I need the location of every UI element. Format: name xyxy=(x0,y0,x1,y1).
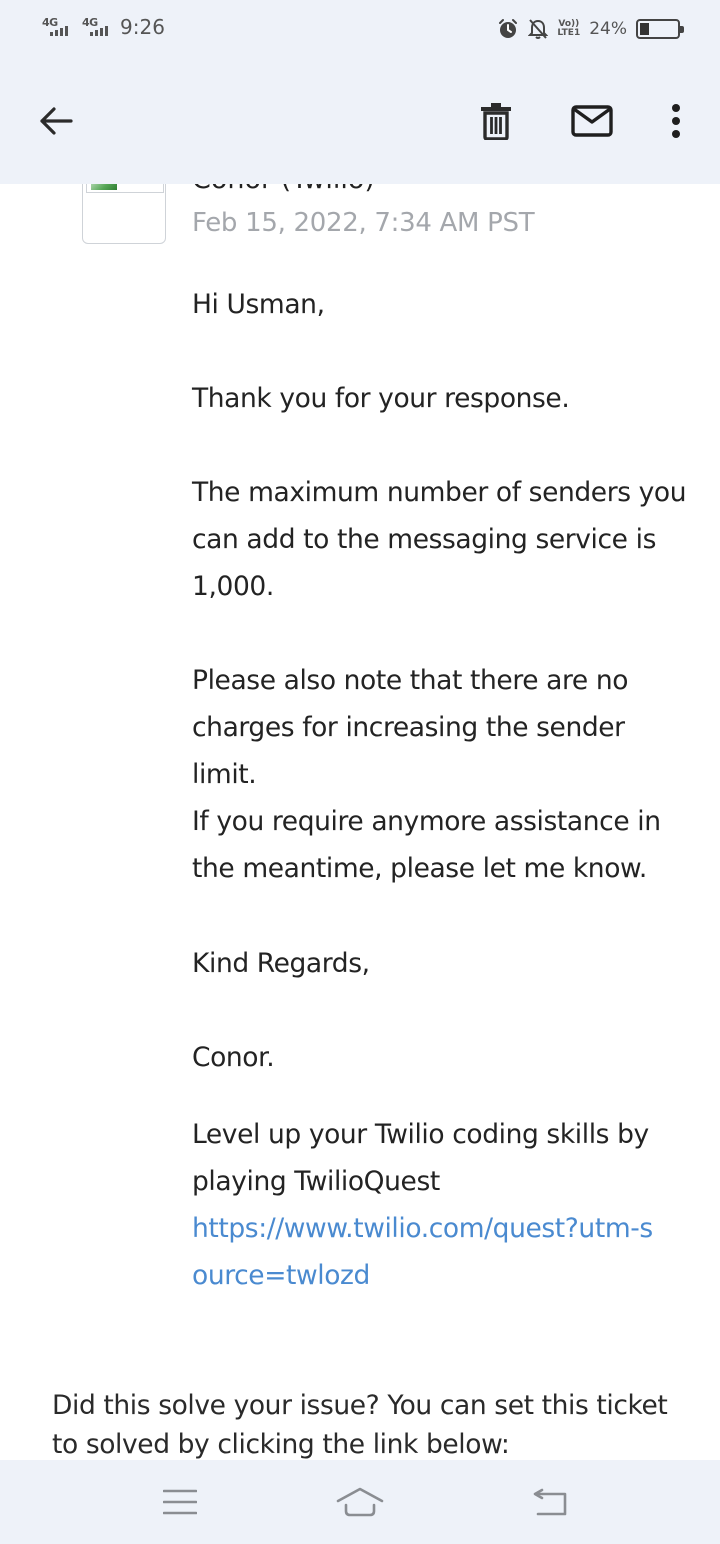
home-button[interactable] xyxy=(320,1460,400,1544)
message-paragraph: The maximum number of senders you can ad… xyxy=(192,477,687,602)
home-icon xyxy=(336,1487,384,1517)
alarm-icon xyxy=(499,19,518,38)
mail-icon xyxy=(571,105,613,137)
message-paragraph: If you require anymore assistance in the… xyxy=(192,806,661,884)
back-icon xyxy=(533,1488,567,1516)
sender-avatar xyxy=(82,184,166,244)
status-time: 9:26 xyxy=(120,15,165,39)
message-paragraph: Thank you for your response. xyxy=(192,383,570,414)
message-date: Feb 15, 2022, 7:34 AM PST xyxy=(192,208,535,238)
recent-apps-button[interactable] xyxy=(140,1460,220,1544)
message-closing: Kind Regards, xyxy=(192,948,370,979)
sender-name: Conor (Twilio) xyxy=(192,184,375,195)
volte-icon: Vo)) LTE1 xyxy=(557,19,581,38)
twilioquest-link[interactable]: https://www.twilio.com/quest?utm-source=… xyxy=(192,1205,662,1299)
more-options-button[interactable] xyxy=(650,58,702,184)
status-bar: 4G 4G 9:26 Vo)) LTE1 24% xyxy=(0,0,720,58)
menu-icon xyxy=(163,1489,197,1515)
app-bar xyxy=(0,58,720,184)
message-paragraph: Please also note that there are no charg… xyxy=(192,665,629,790)
delete-button[interactable] xyxy=(464,58,528,184)
battery-percent: 24% xyxy=(589,19,627,39)
arrow-back-icon xyxy=(40,107,73,135)
status-right-group: Vo)) LTE1 24% xyxy=(497,14,684,44)
trash-icon xyxy=(481,103,511,140)
back-button[interactable] xyxy=(24,58,88,184)
broken-image-icon xyxy=(86,184,164,193)
ticket-solve-note: Did this solve your issue? You can set t… xyxy=(52,1390,668,1460)
message-signature: Conor. xyxy=(192,1042,275,1073)
message-content: Conor (Twilio) Feb 15, 2022, 7:34 AM PST… xyxy=(0,184,720,1460)
notifications-off-icon xyxy=(528,19,549,39)
signal-bars-icon xyxy=(50,26,68,36)
system-back-button[interactable] xyxy=(510,1460,590,1544)
signal-bars-icon xyxy=(90,26,108,36)
promo-text: Level up your Twilio coding skills by pl… xyxy=(192,1119,649,1197)
battery-icon xyxy=(636,19,684,39)
mark-unread-button[interactable] xyxy=(560,58,624,184)
more-vert-icon xyxy=(672,104,680,138)
message-greeting: Hi Usman, xyxy=(192,289,325,320)
system-nav-bar xyxy=(0,1460,720,1544)
